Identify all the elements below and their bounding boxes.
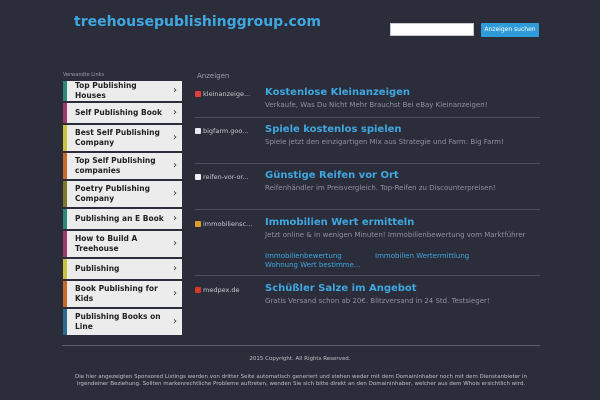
disclaimer-text: Die hier angezeigten Sponsored Listings … <box>74 374 528 387</box>
site-favicon-icon <box>195 91 201 97</box>
sidebar-item-self-publishing-book[interactable]: Self Publishing Book › <box>63 103 182 123</box>
sidebar-item-publishing-books-online[interactable]: Publishing Books on Line › <box>63 309 182 335</box>
domain-title[interactable]: treehousepublishinggroup.com <box>74 14 321 30</box>
ad-source[interactable]: medpex.de <box>195 286 263 294</box>
ads-label: Anzeigen <box>197 72 230 80</box>
divider <box>195 209 540 210</box>
site-favicon-icon <box>195 174 201 180</box>
chevron-right-icon: › <box>173 85 177 96</box>
sidebar-item-label: Publishing Books on Line <box>75 312 161 331</box>
divider <box>195 163 540 164</box>
copyright-text: 2015 Copyright. All Rights Reserved. <box>249 356 351 362</box>
ad-sublink[interactable]: Wohnung Wert bestimme... <box>265 261 361 269</box>
ad-source[interactable]: kleinanzeige... <box>195 90 263 98</box>
site-favicon-icon <box>195 128 201 134</box>
sidebar-item-label: Publishing <box>75 264 120 273</box>
sidebar-item-label: How to Build A Treehouse <box>75 234 138 253</box>
ad-description: Verkaufe, Was Du Nicht Mehr Brauchst Bei… <box>265 101 488 109</box>
sidebar-item-top-publishing-houses[interactable]: Top Publishing Houses › <box>63 81 182 101</box>
chevron-right-icon: › <box>173 188 177 199</box>
ad-title[interactable]: Kostenlose Kleinanzeigen <box>265 87 410 98</box>
sidebar-item-label: Poetry Publishing Company <box>75 184 150 203</box>
chevron-right-icon: › <box>173 288 177 299</box>
chevron-right-icon: › <box>173 107 177 118</box>
sidebar: Top Publishing Houses › Self Publishing B… <box>63 81 182 337</box>
ad-description: Gratis Versand schon ab 20€. Blitzversan… <box>265 297 490 305</box>
sidebar-item-build-treehouse[interactable]: How to Build A Treehouse › <box>63 231 182 257</box>
sidebar-item-publishing-ebook[interactable]: Publishing an E Book › <box>63 209 182 229</box>
ad-description: Reifenhändler im Preisvergleich. Top-Rei… <box>265 184 496 192</box>
ad-title[interactable]: Immobilien Wert ermitteln <box>265 217 414 228</box>
chevron-right-icon: › <box>173 238 177 249</box>
sidebar-item-book-publishing-kids[interactable]: Book Publishing for Kids › <box>63 281 182 307</box>
chevron-right-icon: › <box>173 263 177 274</box>
chevron-right-icon: › <box>173 132 177 143</box>
sidebar-item-label: Top Self Publishing companies <box>75 156 156 175</box>
search-input[interactable] <box>390 23 474 36</box>
site-favicon-icon <box>195 287 201 293</box>
ad-title[interactable]: Schüßler Salze im Angebot <box>265 283 417 294</box>
ad-title[interactable]: Spiele kostenlos spielen <box>265 124 402 135</box>
search-button[interactable]: Anzeigen suchen <box>481 23 539 37</box>
sidebar-item-best-self-publishing[interactable]: Best Self Publishing Company › <box>63 125 182 151</box>
ad-source[interactable]: reifen-vor-or... <box>195 173 263 181</box>
sidebar-item-label: Best Self Publishing Company <box>75 128 160 147</box>
sidebar-item-publishing[interactable]: Publishing › <box>63 259 182 279</box>
divider <box>195 117 540 118</box>
sidebar-item-label: Book Publishing for Kids <box>75 284 158 303</box>
chevron-right-icon: › <box>173 316 177 327</box>
sidebar-item-label: Publishing an E Book <box>75 214 164 223</box>
divider <box>195 275 540 276</box>
chevron-right-icon: › <box>173 213 177 224</box>
sidebar-item-poetry-publishing[interactable]: Poetry Publishing Company › <box>63 181 182 207</box>
footer-divider <box>62 345 540 346</box>
site-favicon-icon <box>195 221 201 227</box>
ad-source[interactable]: immobiliensc... <box>195 220 263 228</box>
ad-description: Spiele jetzt den einzigartigen Mix aus S… <box>265 138 504 146</box>
ad-sublink[interactable]: Immobilienbewertung <box>265 252 342 260</box>
ad-title[interactable]: Günstige Reifen vor Ort <box>265 170 399 181</box>
ad-source[interactable]: bigfarm.goo... <box>195 127 263 135</box>
sidebar-item-top-self-publishing[interactable]: Top Self Publishing companies › <box>63 153 182 179</box>
chevron-right-icon: › <box>173 160 177 171</box>
ad-sublink[interactable]: Immobilien Wertermittlung <box>375 252 469 260</box>
sidebar-item-label: Top Publishing Houses <box>75 81 137 100</box>
ad-description: Jetzt online & in wenigen Minuten! Immob… <box>265 231 526 239</box>
sidebar-title: Verwandte Links <box>63 72 105 78</box>
sidebar-item-label: Self Publishing Book <box>75 108 162 117</box>
